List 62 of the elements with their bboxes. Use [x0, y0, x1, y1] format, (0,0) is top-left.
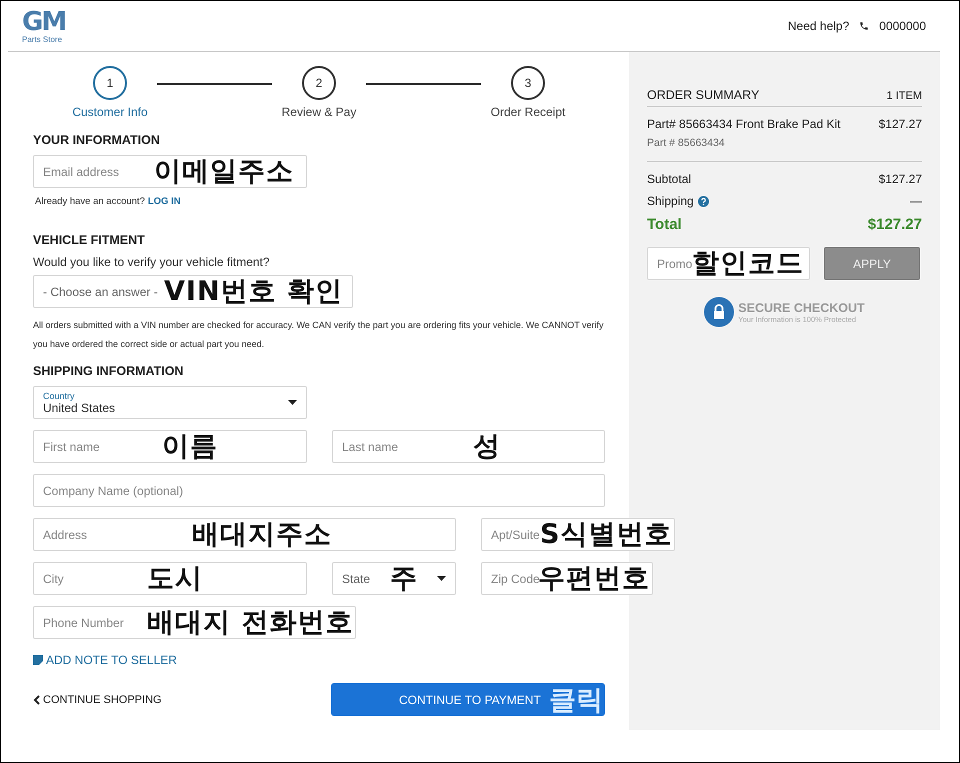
step-label: Customer Info: [72, 105, 148, 119]
secure-checkout-title: SECURE CHECKOUT: [738, 300, 865, 314]
item-part-number: Part # 85663434: [647, 137, 726, 149]
summary-title: ORDER SUMMARY: [647, 88, 760, 102]
select-field[interactable]: Country United States: [33, 386, 307, 419]
continue-to-payment-button[interactable]: CONTINUE TO PAYMENT 클릭: [331, 683, 605, 716]
annotation-label: 배대지주소: [192, 521, 332, 548]
field-value: United States: [43, 400, 116, 414]
item-count: 1 ITEM: [886, 90, 922, 102]
total-value: $127.27: [868, 216, 922, 233]
shipping-label: Shipping: [647, 194, 694, 208]
section-title: VEHICLE FITMENT: [33, 233, 146, 247]
caret-icon: [437, 576, 446, 581]
annotation-label: 클릭: [549, 684, 603, 718]
phone-number: 0000000: [879, 19, 926, 33]
input-field[interactable]: First name 이름: [33, 430, 307, 463]
input-field[interactable]: Phone Number 배대지 전화번호: [33, 606, 356, 639]
annotation-label: VIN번호 확인: [164, 278, 343, 305]
field-label: Country: [43, 390, 76, 400]
item-price: $127.27: [878, 117, 922, 131]
annotation-label: 주: [390, 565, 418, 592]
step-circle: 3: [511, 66, 545, 100]
shipping-value: —: [910, 194, 922, 208]
item-name: Part# 85663434 Front Brake Pad Kit: [647, 117, 840, 131]
input-field[interactable]: Email address 이메일주소: [33, 155, 307, 188]
continue-shopping-link[interactable]: CONTINUE SHOPPING: [33, 694, 162, 706]
step-label: Order Receipt: [490, 105, 566, 119]
step-label: Review & Pay: [282, 105, 356, 119]
select-field[interactable]: - Choose an answer - VIN번호 확인: [33, 275, 353, 308]
section-title: SHIPPING INFORMATION: [33, 364, 184, 378]
annotation-label: 우편번호: [538, 565, 650, 592]
add-note-link[interactable]: ADD NOTE TO SELLER: [33, 653, 605, 667]
section-title: YOUR INFORMATION: [33, 133, 161, 147]
annotation-label: 이메일주소: [154, 158, 294, 185]
annotation-label: 성: [473, 433, 501, 460]
step-circle: 1: [93, 66, 127, 100]
annotation-label: 이름: [162, 433, 218, 460]
help-text: Need help?: [788, 19, 850, 33]
input-field[interactable]: Last name 성: [332, 430, 605, 463]
input-field[interactable]: City 도시: [33, 562, 307, 595]
login-link[interactable]: LOG IN: [148, 196, 181, 207]
annotation-label: 할인코드: [692, 250, 804, 277]
input-field[interactable]: Address 배대지주소: [33, 518, 456, 551]
annotation-label: S식별번호: [540, 521, 672, 548]
step-circle: 2: [302, 66, 336, 100]
lock-icon: [704, 297, 734, 327]
account-prompt: Already have an account?: [35, 196, 145, 207]
caret-icon: [288, 400, 297, 405]
logo[interactable]: GM Parts Store: [22, 8, 66, 44]
phone-icon: [859, 21, 870, 31]
subtotal-label: Subtotal: [647, 172, 692, 186]
subtotal-value: $127.27: [878, 172, 922, 186]
help-icon[interactable]: [698, 196, 709, 206]
fitment-note: All orders submitted with a VIN number are checked for accuracy. We CAN verify the part you are ordering fits your vehicle. We CANNOT verify you have ordered the correct side or actual part you need.: [33, 319, 605, 351]
chevron-left-icon: [33, 694, 40, 704]
select-field[interactable]: State 주: [332, 562, 456, 595]
input-field[interactable]: Company Name (optional): [33, 474, 605, 507]
fitment-question: Would you like to verify your vehicle fitment?: [33, 255, 271, 269]
note-icon: [33, 655, 43, 665]
annotation-label: 도시: [147, 565, 203, 592]
total-label: Total: [647, 216, 682, 233]
annotation-label: 배대지 전화번호: [147, 609, 354, 636]
